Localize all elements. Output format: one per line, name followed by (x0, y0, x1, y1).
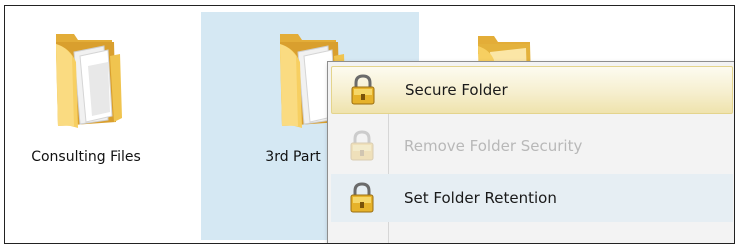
menu-item-label: Remove Folder Security (404, 137, 583, 155)
lock-icon (350, 130, 374, 161)
menu-item-label: Secure Folder (405, 81, 508, 99)
file-browser-pane: Consulting Files 3rd Part Secure Folder … (4, 5, 735, 244)
lock-icon (351, 74, 375, 105)
context-menu: Secure Folder Remove Folder Security Set… (327, 61, 734, 243)
lock-icon (350, 182, 374, 213)
menu-item-label: Set Folder Retention (404, 189, 557, 207)
folder-label: Consulting Files (31, 149, 141, 165)
menu-item-secure-folder[interactable]: Secure Folder (331, 66, 733, 114)
folder-label: 3rd Part (265, 149, 321, 165)
folder-item-consulting-files[interactable]: Consulting Files (5, 12, 173, 240)
menu-item-set-folder-retention[interactable]: Set Folder Retention (331, 174, 733, 222)
folder-icon (56, 34, 122, 128)
menu-item-remove-folder-security[interactable]: Remove Folder Security (331, 122, 733, 170)
